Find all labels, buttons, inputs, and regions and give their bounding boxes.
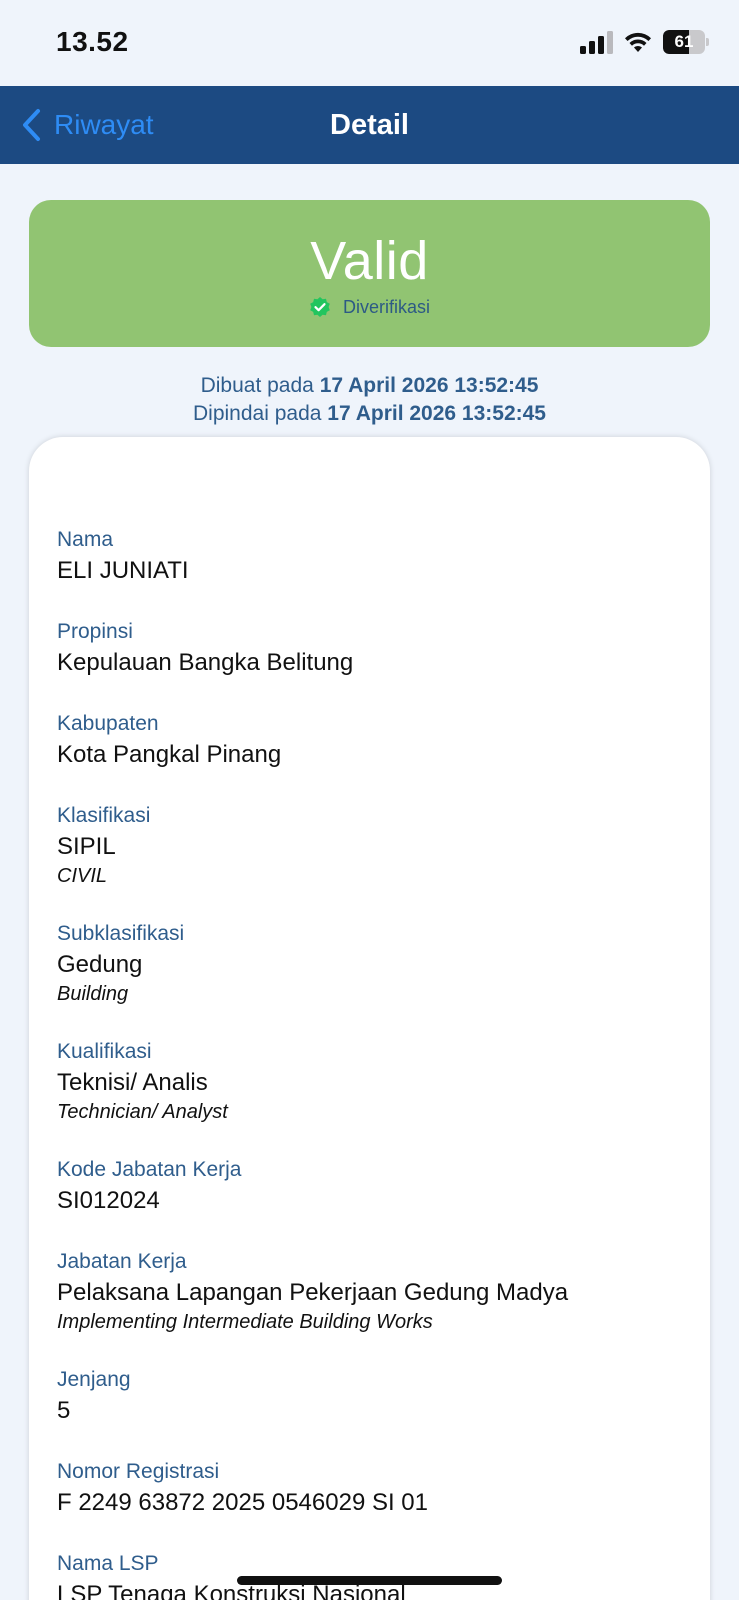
field-label: Nomor Registrasi (57, 1460, 220, 1483)
field-value: 5 (57, 1397, 71, 1424)
check-badge-icon (310, 297, 330, 317)
field-label: Propinsi (57, 620, 133, 643)
timestamps: Dibuat pada 17 April 2026 13:52:45 Dipin… (0, 372, 739, 428)
field-label: Subklasifikasi (57, 922, 185, 945)
detail-card: Nama ELI JUNIATI Propinsi Kepulauan Bang… (29, 437, 710, 1600)
scanned-at-prefix: Dipindai pada (193, 402, 322, 425)
field-kabupaten: Kabupaten Kota Pangkal Pinang (57, 711, 687, 771)
field-value-english: Implementing Intermediate Building Works (57, 1311, 433, 1333)
home-indicator[interactable] (237, 1576, 502, 1585)
field-value: F 2249 63872 2025 0546029 SI 01 (57, 1489, 428, 1516)
field-nama: Nama ELI JUNIATI (57, 527, 687, 587)
field-value-english: CIVIL (57, 865, 108, 887)
field-label: Kabupaten (57, 712, 159, 735)
field-value-english: Building (57, 983, 129, 1005)
status-time: 13.52 (56, 26, 129, 57)
scanned-at-value: 17 April 2026 13:52:45 (327, 402, 546, 425)
field-kualifikasi: Kualifikasi Teknisi/ Analis Technician/ … (57, 1039, 687, 1125)
battery-percent: 61 (674, 32, 694, 51)
created-at-row: Dibuat pada 17 April 2026 13:52:45 (0, 372, 739, 400)
back-button[interactable]: Riwayat (20, 86, 154, 164)
field-label: Jabatan Kerja (57, 1250, 187, 1273)
back-chevron-icon (23, 109, 40, 141)
field-value: Kepulauan Bangka Belitung (57, 649, 354, 676)
field-propinsi: Propinsi Kepulauan Bangka Belitung (57, 619, 687, 679)
field-label: Nama LSP (57, 1552, 159, 1575)
field-klasifikasi: Klasifikasi SIPIL CIVIL (57, 803, 687, 889)
verified-row: Diverifikasi (29, 296, 710, 318)
status-bar: 13.52 61 (0, 0, 739, 86)
battery-icon: 61 (663, 30, 709, 54)
field-kode-jabatan-kerja: Kode Jabatan Kerja SI012024 (57, 1157, 687, 1217)
created-at-value: 17 April 2026 13:52:45 (319, 374, 539, 397)
field-value: Pelaksana Lapangan Pekerjaan Gedung Mady… (57, 1279, 569, 1306)
battery-cap (706, 38, 709, 46)
field-label: Kode Jabatan Kerja (57, 1158, 242, 1181)
field-subklasifikasi: Subklasifikasi Gedung Building (57, 921, 687, 1007)
field-label: Klasifikasi (57, 804, 151, 827)
field-nomor-registrasi: Nomor Registrasi F 2249 63872 2025 05460… (57, 1459, 687, 1519)
signal-icon (580, 31, 613, 54)
field-label: Jenjang (57, 1368, 131, 1391)
field-value: SIPIL (57, 833, 116, 860)
field-value: Teknisi/ Analis (57, 1069, 208, 1096)
field-value: ELI JUNIATI (57, 557, 189, 584)
field-value-english: Technician/ Analyst (57, 1101, 228, 1123)
back-label: Riwayat (54, 109, 154, 140)
wifi-icon (625, 32, 651, 52)
field-value: SI012024 (57, 1187, 160, 1214)
verified-label: Diverifikasi (342, 296, 430, 317)
field-label: Nama (57, 528, 114, 551)
field-value: Gedung (57, 951, 143, 978)
created-at-prefix: Dibuat pada (200, 374, 314, 397)
field-value: Kota Pangkal Pinang (57, 741, 282, 768)
field-label: Kualifikasi (57, 1040, 152, 1063)
field-jenjang: Jenjang 5 (57, 1367, 687, 1427)
nav-bar: Detail Riwayat (0, 86, 739, 164)
valid-status-banner: Valid Diverifikasi (29, 200, 710, 347)
status-icons: 61 (579, 30, 709, 54)
valid-status-title: Valid (310, 231, 429, 291)
scanned-at-row: Dipindai pada 17 April 2026 13:52:45 (0, 400, 739, 428)
field-jabatan-kerja: Jabatan Kerja Pelaksana Lapangan Pekerja… (57, 1249, 687, 1335)
